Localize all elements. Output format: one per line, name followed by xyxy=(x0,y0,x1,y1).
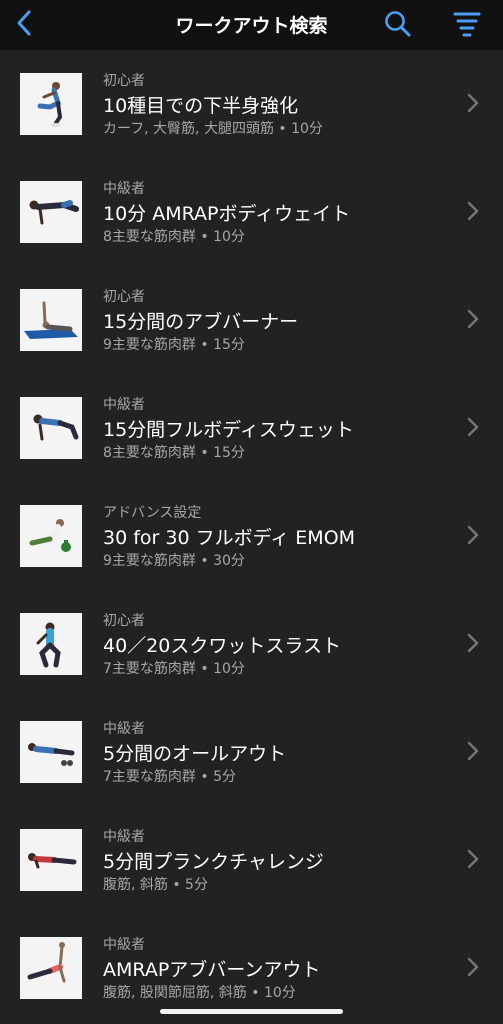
workout-row[interactable]: アドバンス設定 30 for 30 フルボディ EMOM 9主要な筋肉群 • 3… xyxy=(0,482,503,590)
chevron-right-icon xyxy=(467,525,479,545)
page-title: ワークアウト検索 xyxy=(175,15,328,37)
search-icon xyxy=(385,11,411,37)
workout-thumbnail xyxy=(20,181,82,243)
workout-name: 10分 AMRAPボディウェイト xyxy=(103,203,351,225)
workout-meta: 7主要な筋肉群 • 10分 xyxy=(103,661,245,677)
chevron-right-icon xyxy=(467,309,479,329)
workout-row[interactable]: 初心者 10種目での下半身強化 カーフ, 大臀筋, 大腿四頭筋 • 10分 xyxy=(0,50,503,158)
workout-thumbnail xyxy=(20,505,82,567)
top-nav-bar: ワークアウト検索 xyxy=(0,0,503,50)
search-button[interactable] xyxy=(383,9,413,39)
workout-thumbnail xyxy=(20,721,82,783)
chevron-right-icon xyxy=(467,741,479,761)
filter-button[interactable] xyxy=(451,8,483,40)
workout-row[interactable]: 中級者 5分間プランクチャレンジ 腹筋, 斜筋 • 5分 xyxy=(0,806,503,914)
workout-name: 10種目での下半身強化 xyxy=(103,95,299,117)
workout-row[interactable]: 初心者 15分間のアブバーナー 9主要な筋肉群 • 15分 xyxy=(0,266,503,374)
workout-name: 5分間プランクチャレンジ xyxy=(103,851,324,873)
workout-name: AMRAPアブバーンアウト xyxy=(103,959,321,981)
workout-row[interactable]: 初心者 40／20スクワットスラスト 7主要な筋肉群 • 10分 xyxy=(0,590,503,698)
workout-meta: カーフ, 大臀筋, 大腿四頭筋 • 10分 xyxy=(103,121,323,137)
workout-name: 30 for 30 フルボディ EMOM xyxy=(103,527,356,549)
workout-thumbnail xyxy=(20,289,82,351)
workout-thumbnail xyxy=(20,829,82,891)
workout-list: 初心者 10種目での下半身強化 カーフ, 大臀筋, 大腿四頭筋 • 10分 中級… xyxy=(0,50,503,1022)
workout-row[interactable]: 中級者 AMRAPアブバーンアウト 腹筋, 股関節屈筋, 斜筋 • 10分 xyxy=(0,914,503,1022)
workout-meta: 7主要な筋肉群 • 5分 xyxy=(103,769,236,785)
workout-level: 中級者 xyxy=(103,829,145,845)
workout-level: 中級者 xyxy=(103,937,145,953)
workout-meta: 8主要な筋肉群 • 10分 xyxy=(103,229,245,245)
home-indicator[interactable] xyxy=(160,1009,343,1014)
workout-thumbnail xyxy=(20,613,82,675)
workout-level: 中級者 xyxy=(103,181,145,197)
chevron-right-icon xyxy=(467,417,479,437)
workout-name: 40／20スクワットスラスト xyxy=(103,635,341,657)
workout-meta: 腹筋, 股関節屈筋, 斜筋 • 10分 xyxy=(103,985,296,1001)
chevron-right-icon xyxy=(467,633,479,653)
workout-row[interactable]: 中級者 5分間のオールアウト 7主要な筋肉群 • 5分 xyxy=(0,698,503,806)
workout-row[interactable]: 中級者 15分間フルボディスウェット 8主要な筋肉群 • 15分 xyxy=(0,374,503,482)
workout-level: 初心者 xyxy=(103,613,145,629)
workout-row[interactable]: 中級者 10分 AMRAPボディウェイト 8主要な筋肉群 • 10分 xyxy=(0,158,503,266)
workout-name: 15分間のアブバーナー xyxy=(103,311,299,333)
filter-icon xyxy=(453,12,481,37)
workout-name: 5分間のオールアウト xyxy=(103,743,287,765)
workout-name: 15分間フルボディスウェット xyxy=(103,419,354,441)
workout-level: 中級者 xyxy=(103,721,145,737)
workout-meta: 腹筋, 斜筋 • 5分 xyxy=(103,877,208,893)
chevron-right-icon xyxy=(467,957,479,977)
workout-thumbnail xyxy=(20,397,82,459)
chevron-right-icon xyxy=(467,849,479,869)
chevron-right-icon xyxy=(467,201,479,221)
chevron-right-icon xyxy=(467,93,479,113)
workout-meta: 9主要な筋肉群 • 15分 xyxy=(103,337,245,353)
workout-level: 初心者 xyxy=(103,73,145,89)
workout-thumbnail xyxy=(20,937,82,999)
workout-level: アドバンス設定 xyxy=(103,505,202,521)
workout-level: 初心者 xyxy=(103,289,145,305)
workout-thumbnail xyxy=(20,73,82,135)
workout-meta: 9主要な筋肉群 • 30分 xyxy=(103,553,245,569)
workout-level: 中級者 xyxy=(103,397,145,413)
workout-meta: 8主要な筋肉群 • 15分 xyxy=(103,445,245,461)
